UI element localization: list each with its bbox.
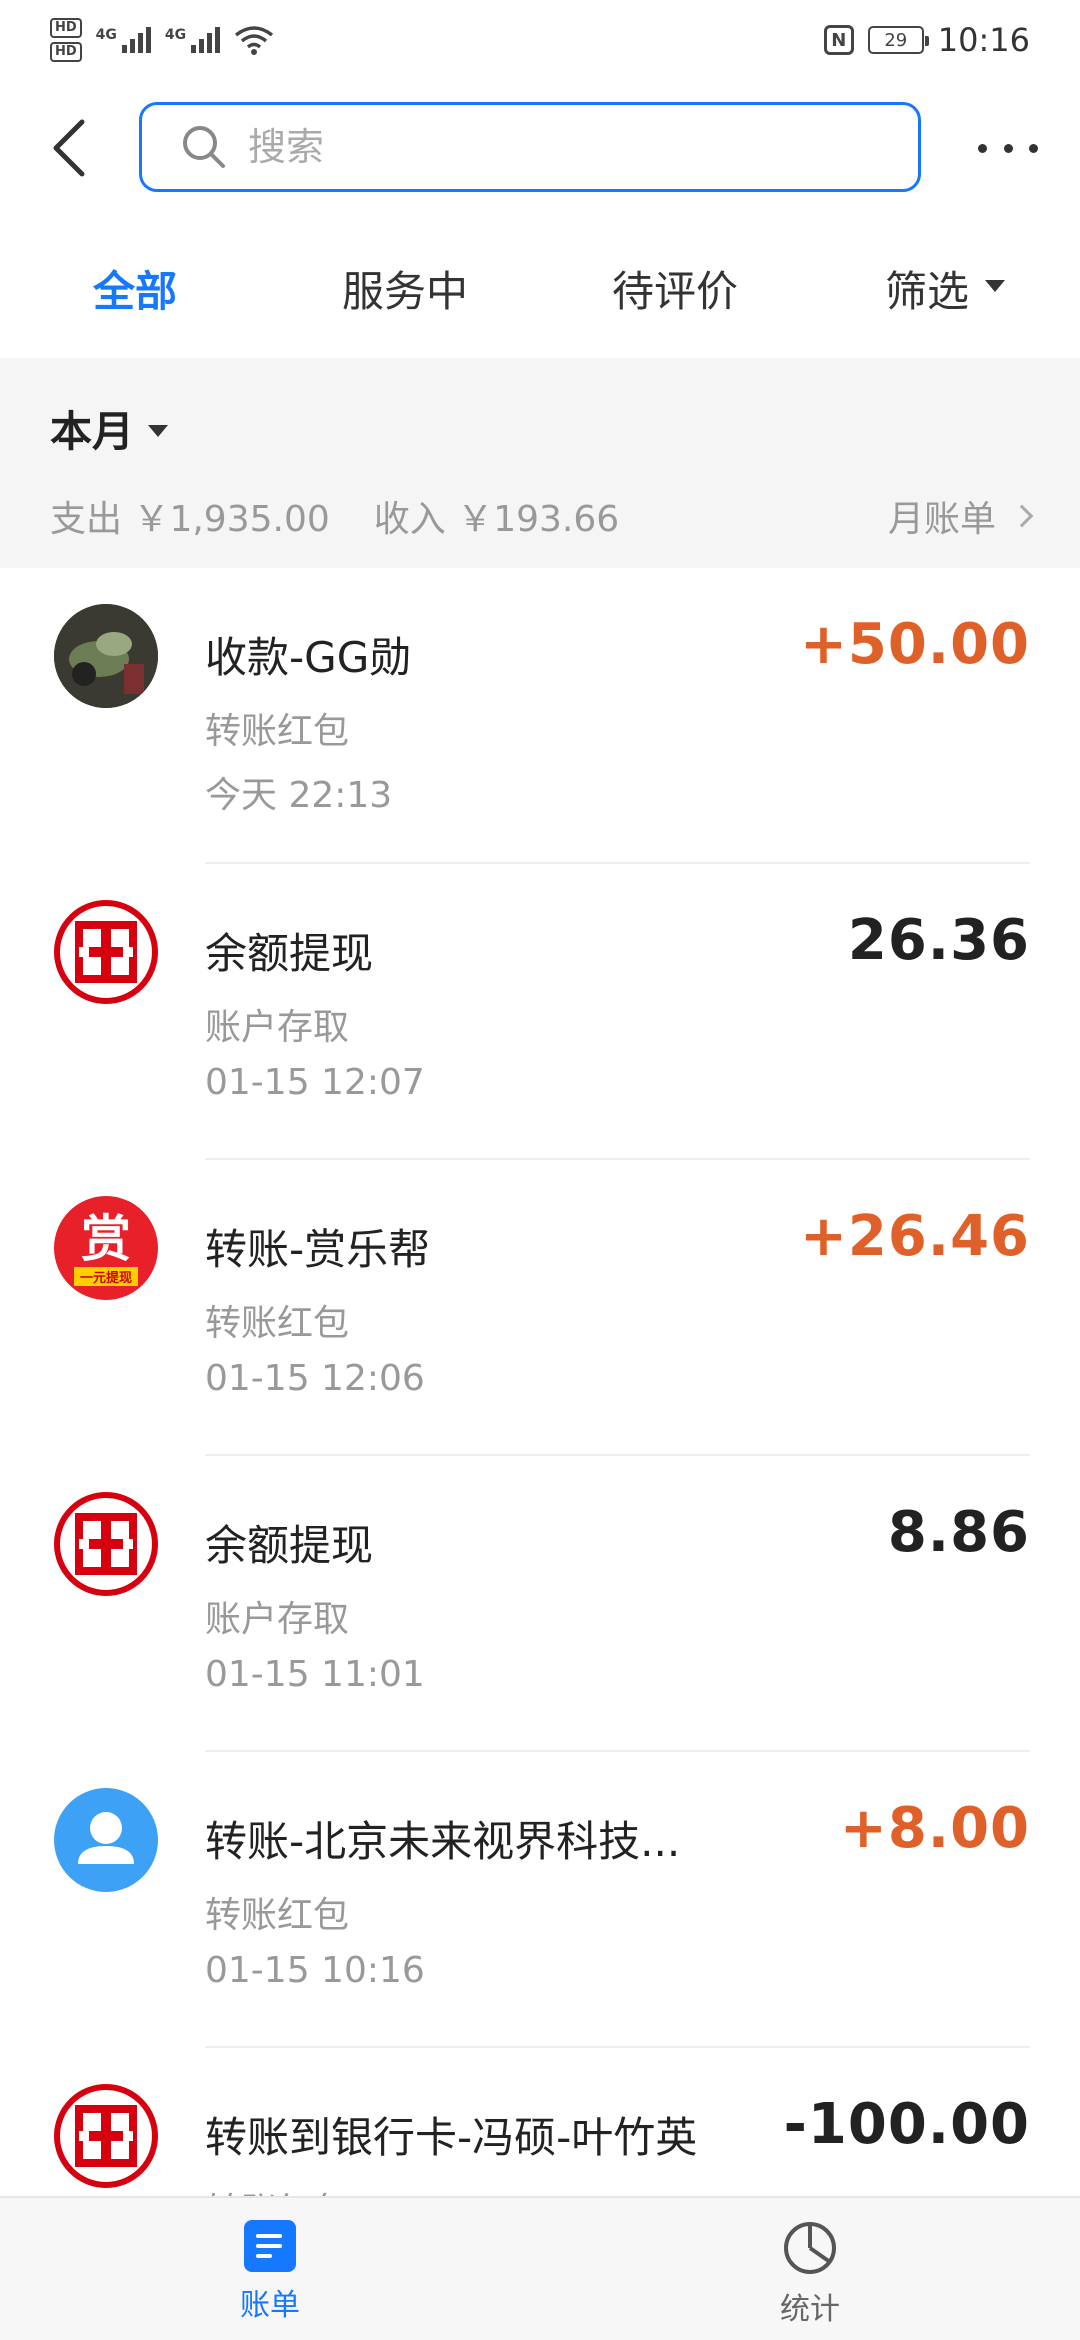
search-icon xyxy=(183,126,225,168)
transaction-category: 转账红包 xyxy=(205,711,350,752)
transaction-time: 01-15 12:06 xyxy=(205,1358,425,1399)
transaction-category: 转账红包 xyxy=(205,2182,349,2196)
transaction-row[interactable]: 转账到银行卡-冯硕-叶竹英 转账红包 -100.00 xyxy=(0,2048,1080,2196)
more-dot-icon xyxy=(1003,143,1013,153)
status-right: N 29 10:16 xyxy=(823,21,1030,59)
transaction-amount: +26.46 xyxy=(799,1204,1030,1269)
month-totals: 支出 ￥1,935.00 收入 ￥193.66 xyxy=(50,490,619,542)
transaction-title: 转账-北京未来视界科技... xyxy=(205,1817,681,1866)
expense-total: 支出 ￥1,935.00 xyxy=(50,499,330,540)
transaction-amount: +50.00 xyxy=(799,612,1030,677)
transaction-amount: -100.00 xyxy=(783,2092,1030,2157)
icbc-logo xyxy=(54,2084,158,2188)
nav-bill[interactable]: 账单 xyxy=(0,2198,540,2340)
signal-icon-1: 4G xyxy=(96,27,151,53)
tab-pending-review[interactable]: 待评价 xyxy=(540,240,810,340)
wifi-icon xyxy=(235,26,274,55)
photo-avatar xyxy=(54,604,158,708)
bottom-nav: 账单 统计 xyxy=(0,2196,1080,2340)
transaction-amount: 8.86 xyxy=(887,1500,1030,1565)
pie-chart-icon xyxy=(784,2222,836,2274)
filter-tabs: 全部 服务中 待评价 筛选 xyxy=(0,240,1080,340)
default-user-avatar xyxy=(54,1788,158,1892)
transaction-title: 收款-GG勋 xyxy=(205,633,412,682)
month-summary: 本月 支出 ￥1,935.00 收入 ￥193.66 月账单 xyxy=(0,358,1080,568)
icbc-logo-icon xyxy=(75,2105,137,2167)
transaction-time: 01-15 12:07 xyxy=(205,1062,425,1103)
battery-icon: 29 xyxy=(867,26,929,54)
hd-icon-2: HD xyxy=(50,42,82,62)
user-icon xyxy=(78,1812,134,1864)
tab-all[interactable]: 全部 xyxy=(0,240,270,340)
transaction-category: 转账红包 xyxy=(205,1895,350,1936)
transaction-category: 账户存取 xyxy=(205,1007,350,1048)
clock: 10:16 xyxy=(937,21,1030,59)
transaction-title: 转账到银行卡-冯硕-叶竹英 xyxy=(205,2113,698,2162)
nav-statistics-label: 统计 xyxy=(780,2292,840,2327)
transaction-time: 今天 22:13 xyxy=(205,775,393,816)
tab-filter[interactable]: 筛选 xyxy=(810,240,1080,340)
more-dot-icon xyxy=(1029,143,1038,153)
nfc-icon: N xyxy=(823,25,854,55)
caret-down-icon xyxy=(985,280,1005,292)
chevron-right-icon xyxy=(1010,504,1034,528)
transaction-row[interactable]: 赏 一元提现 转账-赏乐帮 转账红包 01-15 12:06 +26.46 xyxy=(0,1160,1080,1456)
more-options-button[interactable] xyxy=(978,128,1038,168)
income-total: 收入 ￥193.66 xyxy=(373,499,620,540)
transaction-category: 账户存取 xyxy=(205,1599,350,1640)
more-dot-icon xyxy=(978,143,987,153)
monthly-bill-link[interactable]: 月账单 xyxy=(887,490,1034,542)
search-box[interactable] xyxy=(139,102,921,192)
transaction-title: 余额提现 xyxy=(205,929,374,978)
hd-indicators: HD HD xyxy=(50,18,82,62)
caret-down-icon xyxy=(148,424,169,437)
network-type-label-2: 4G xyxy=(164,27,187,43)
transaction-amount: 26.36 xyxy=(847,908,1030,973)
icbc-logo-icon xyxy=(75,1513,137,1575)
transaction-title: 余额提现 xyxy=(205,1521,374,1570)
transaction-row[interactable]: 收款-GG勋 转账红包 今天 22:13 +50.00 xyxy=(0,568,1080,864)
back-button[interactable] xyxy=(48,116,108,180)
chevron-left-icon xyxy=(53,119,85,177)
search-input[interactable] xyxy=(248,125,848,169)
signal-icon-2: 4G xyxy=(164,27,221,53)
transaction-time: 01-15 10:16 xyxy=(205,1950,425,1991)
top-bar xyxy=(0,100,1080,196)
icbc-logo xyxy=(54,900,158,1004)
transaction-title: 转账-赏乐帮 xyxy=(205,1225,431,1274)
reward-logo-subtext: 一元提现 xyxy=(73,1266,138,1286)
reward-logo-text: 赏 xyxy=(81,1209,131,1268)
transaction-time: 01-15 11:01 xyxy=(205,1654,425,1695)
transaction-row[interactable]: 余额提现 账户存取 01-15 11:01 8.86 xyxy=(0,1456,1080,1752)
month-selector[interactable]: 本月 xyxy=(50,398,169,459)
tab-in-service[interactable]: 服务中 xyxy=(270,240,540,340)
bill-icon xyxy=(244,2220,296,2272)
status-bar: HD HD 4G 4G N 29 10:16 xyxy=(0,0,1080,80)
transaction-category: 转账红包 xyxy=(205,1303,350,1344)
network-type-label-1: 4G xyxy=(95,27,117,43)
transaction-row[interactable]: 转账-北京未来视界科技... 转账红包 01-15 10:16 +8.00 xyxy=(0,1752,1080,2048)
icbc-logo xyxy=(54,1492,158,1596)
nav-statistics[interactable]: 统计 xyxy=(540,2198,1080,2340)
hd-icon-1: HD xyxy=(50,18,82,38)
tab-filter-label: 筛选 xyxy=(884,267,969,316)
transaction-row[interactable]: 余额提现 账户存取 01-15 12:07 26.36 xyxy=(0,864,1080,1160)
month-title: 本月 xyxy=(50,407,135,456)
status-left: HD HD 4G 4G xyxy=(50,18,274,62)
icbc-logo-icon xyxy=(75,921,137,983)
transaction-amount: +8.00 xyxy=(839,1796,1030,1861)
transaction-list: 收款-GG勋 转账红包 今天 22:13 +50.00 余额提现 账户存取 01… xyxy=(0,568,1080,2196)
nav-bill-label: 账单 xyxy=(240,2288,300,2323)
reward-logo: 赏 一元提现 xyxy=(54,1196,158,1300)
photo-avatar-image xyxy=(54,604,158,708)
monthly-bill-label: 月账单 xyxy=(887,499,996,540)
